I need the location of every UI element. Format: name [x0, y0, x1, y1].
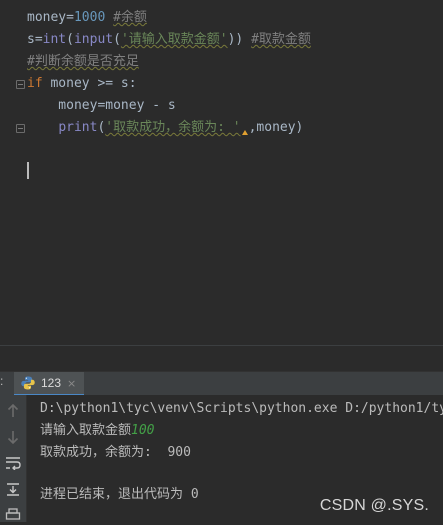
scroll-to-end-icon[interactable] — [3, 479, 23, 499]
code-line-1: money=1000 #余额 — [27, 10, 147, 25]
console-prompt: 请输入取款金额 — [40, 423, 132, 438]
run-tab[interactable]: 123 × — [14, 372, 85, 396]
print-icon[interactable] — [3, 505, 23, 525]
comment: #余额 — [113, 10, 147, 25]
panel-splitter[interactable] — [0, 345, 443, 372]
code-token: money=money - s — [27, 98, 176, 113]
warning-icon[interactable] — [241, 130, 248, 135]
console-user-input: 100 — [131, 423, 155, 438]
number-literal: 1000 — [73, 10, 106, 25]
keyword-if: if — [27, 76, 43, 91]
comment: #判断余额是否充足 — [27, 54, 139, 69]
python-icon — [21, 376, 35, 390]
fold-marker-icon[interactable] — [16, 124, 25, 133]
code-token: ( — [66, 32, 74, 47]
arrow-down-icon[interactable] — [3, 427, 23, 447]
run-toolbar — [0, 395, 27, 522]
builtin-int: int — [42, 32, 67, 47]
code-token: ( — [113, 32, 121, 47]
code-token: money >= s: — [42, 76, 137, 91]
code-token: money) — [256, 120, 304, 135]
code-editor[interactable]: # ------ ----- money=1000 #余额 s=int(inpu… — [0, 0, 443, 345]
run-panel-label: : — [0, 374, 4, 388]
run-tab-label: 123 — [41, 376, 62, 390]
comment: #取款金额 — [251, 32, 311, 47]
console-exit-line: 进程已结束，退出代码为 0 — [40, 487, 199, 502]
console-prompt-line: 请输入取款金额100 — [40, 420, 155, 442]
builtin-print: print — [58, 120, 98, 135]
string-literal: '请输入取款金额' — [120, 32, 228, 47]
console-result-line: 取款成功，余额为: 900 — [40, 445, 191, 460]
code-line-5: money=money - s — [27, 96, 176, 116]
code-line-6: print('取款成功，余额为: ' ,money) — [27, 118, 303, 138]
fold-marker-icon[interactable] — [16, 80, 25, 89]
watermark: CSDN @.SYS. — [319, 497, 429, 514]
code-line-2: s=int(input('请输入取款金额')) #取款金额 — [27, 30, 311, 50]
code-line-3: #判断余额是否充足 — [27, 52, 139, 72]
string-literal: '取款成功，余额为: ' — [105, 120, 241, 135]
code-token: s= — [27, 32, 43, 47]
close-icon[interactable]: × — [67, 377, 76, 390]
text-caret — [27, 162, 29, 179]
editor-gutter — [0, 0, 26, 345]
console-command-line: D:\python1\tyc\venv\Scripts\python.exe D… — [40, 401, 443, 416]
code-line-partial: # ------ ----- — [27, 0, 137, 4]
code-token: )) — [227, 32, 252, 47]
soft-wrap-icon[interactable] — [3, 453, 23, 473]
arrow-up-icon[interactable] — [3, 401, 23, 421]
run-panel-header: : 123 × — [0, 371, 443, 396]
builtin-input: input — [73, 32, 114, 47]
code-line-4: if money >= s: — [27, 74, 137, 94]
